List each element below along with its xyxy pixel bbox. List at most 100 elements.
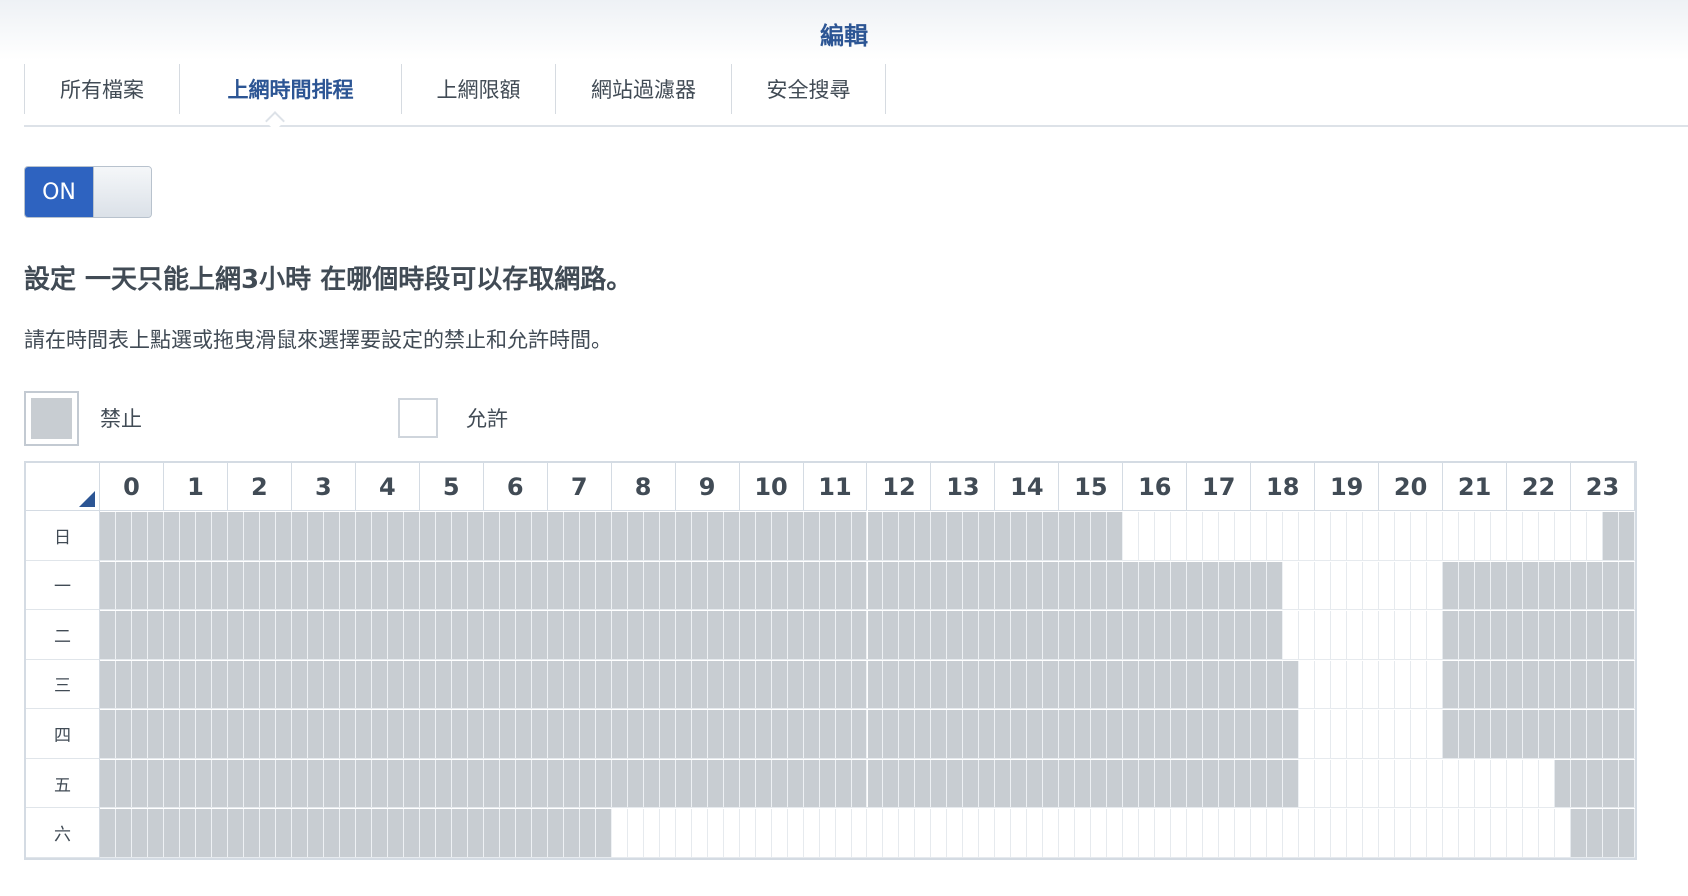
time-slot[interactable] [307,710,324,758]
time-slot[interactable] [931,759,948,808]
time-slot[interactable] [1427,809,1444,857]
time-slot[interactable] [1459,759,1476,808]
time-slot[interactable] [1555,561,1572,610]
time-slot[interactable] [1059,660,1076,709]
time-slot[interactable] [243,512,260,560]
tab-internet-quota[interactable]: 上網限額 [401,64,555,114]
time-slot[interactable] [755,809,772,857]
time-slot[interactable] [707,611,724,659]
time-slot[interactable] [707,660,724,709]
time-slot[interactable] [1379,809,1396,857]
time-slot[interactable] [547,512,564,560]
time-slot[interactable] [867,611,884,659]
hour-header[interactable]: 5 [419,463,484,511]
time-slot[interactable] [339,561,356,610]
time-slot[interactable] [803,759,820,808]
time-slot[interactable] [867,809,884,857]
time-slot[interactable] [627,809,644,857]
time-slot[interactable] [1523,809,1540,857]
time-slot[interactable] [851,660,868,709]
time-slot[interactable] [899,561,916,610]
time-slot[interactable] [595,512,612,560]
time-slot[interactable] [371,809,388,857]
time-slot[interactable] [1011,759,1028,808]
time-slot[interactable] [147,512,164,560]
time-slot[interactable] [611,561,628,610]
time-slot[interactable] [995,809,1012,857]
time-slot[interactable] [1299,561,1316,610]
time-slot[interactable] [931,809,948,857]
time-slot[interactable] [371,710,388,758]
time-slot[interactable] [611,611,628,659]
time-slot[interactable] [403,809,420,857]
time-slot[interactable] [851,809,868,857]
hour-header[interactable]: 1 [163,463,228,511]
time-slot[interactable] [1043,561,1060,610]
time-slot[interactable] [387,512,404,560]
time-slot[interactable] [1251,759,1268,808]
time-slot[interactable] [771,660,788,709]
grid-corner[interactable] [26,463,100,511]
time-slot[interactable] [643,759,660,808]
time-slot[interactable] [1427,512,1444,560]
time-slot[interactable] [755,759,772,808]
time-slot[interactable] [723,512,740,560]
time-slot[interactable] [515,660,532,709]
time-slot[interactable] [579,809,596,857]
time-slot[interactable] [211,710,228,758]
time-slot[interactable] [819,611,836,659]
time-slot[interactable] [643,561,660,610]
time-slot[interactable] [1539,660,1556,709]
hour-header[interactable]: 14 [995,463,1060,511]
time-slot[interactable] [707,710,724,758]
time-slot[interactable] [883,710,900,758]
time-slot[interactable] [1555,759,1572,808]
hour-header[interactable]: 7 [547,463,612,511]
hour-header[interactable]: 3 [291,463,356,511]
time-slot[interactable] [1203,611,1220,659]
time-slot[interactable] [1267,561,1284,610]
time-slot[interactable] [307,611,324,659]
time-slot[interactable] [995,759,1012,808]
time-slot[interactable] [419,710,436,758]
hour-header[interactable]: 12 [867,463,932,511]
time-slot[interactable] [1619,710,1635,758]
time-slot[interactable] [1027,512,1044,560]
time-slot[interactable] [1235,660,1252,709]
time-slot[interactable] [147,660,164,709]
time-slot[interactable] [723,561,740,610]
time-slot[interactable] [1043,809,1060,857]
time-slot[interactable] [1155,759,1172,808]
time-slot[interactable] [1155,512,1172,560]
time-slot[interactable] [387,759,404,808]
time-slot[interactable] [531,512,548,560]
time-slot[interactable] [1379,710,1396,758]
time-slot[interactable] [179,759,196,808]
time-slot[interactable] [691,611,708,659]
time-slot[interactable] [371,660,388,709]
time-slot[interactable] [643,512,660,560]
time-slot[interactable] [835,710,852,758]
time-slot[interactable] [1315,710,1332,758]
time-slot[interactable] [675,809,692,857]
time-slot[interactable] [1011,611,1028,659]
time-slot[interactable] [355,660,372,709]
time-slot[interactable] [211,660,228,709]
time-slot[interactable] [579,710,596,758]
time-slot[interactable] [403,512,420,560]
time-slot[interactable] [1043,710,1060,758]
time-slot[interactable] [243,660,260,709]
time-slot[interactable] [1187,660,1204,709]
time-slot[interactable] [1331,561,1348,610]
time-slot[interactable] [1363,809,1380,857]
time-slot[interactable] [1235,611,1252,659]
time-slot[interactable] [643,809,660,857]
time-slot[interactable] [1283,561,1300,610]
time-slot[interactable] [1603,611,1619,659]
time-slot[interactable] [1411,611,1428,659]
time-slot[interactable] [179,710,196,758]
time-slot[interactable] [947,561,964,610]
time-slot[interactable] [1187,611,1204,659]
time-slot[interactable] [899,809,916,857]
time-slot[interactable] [675,561,692,610]
